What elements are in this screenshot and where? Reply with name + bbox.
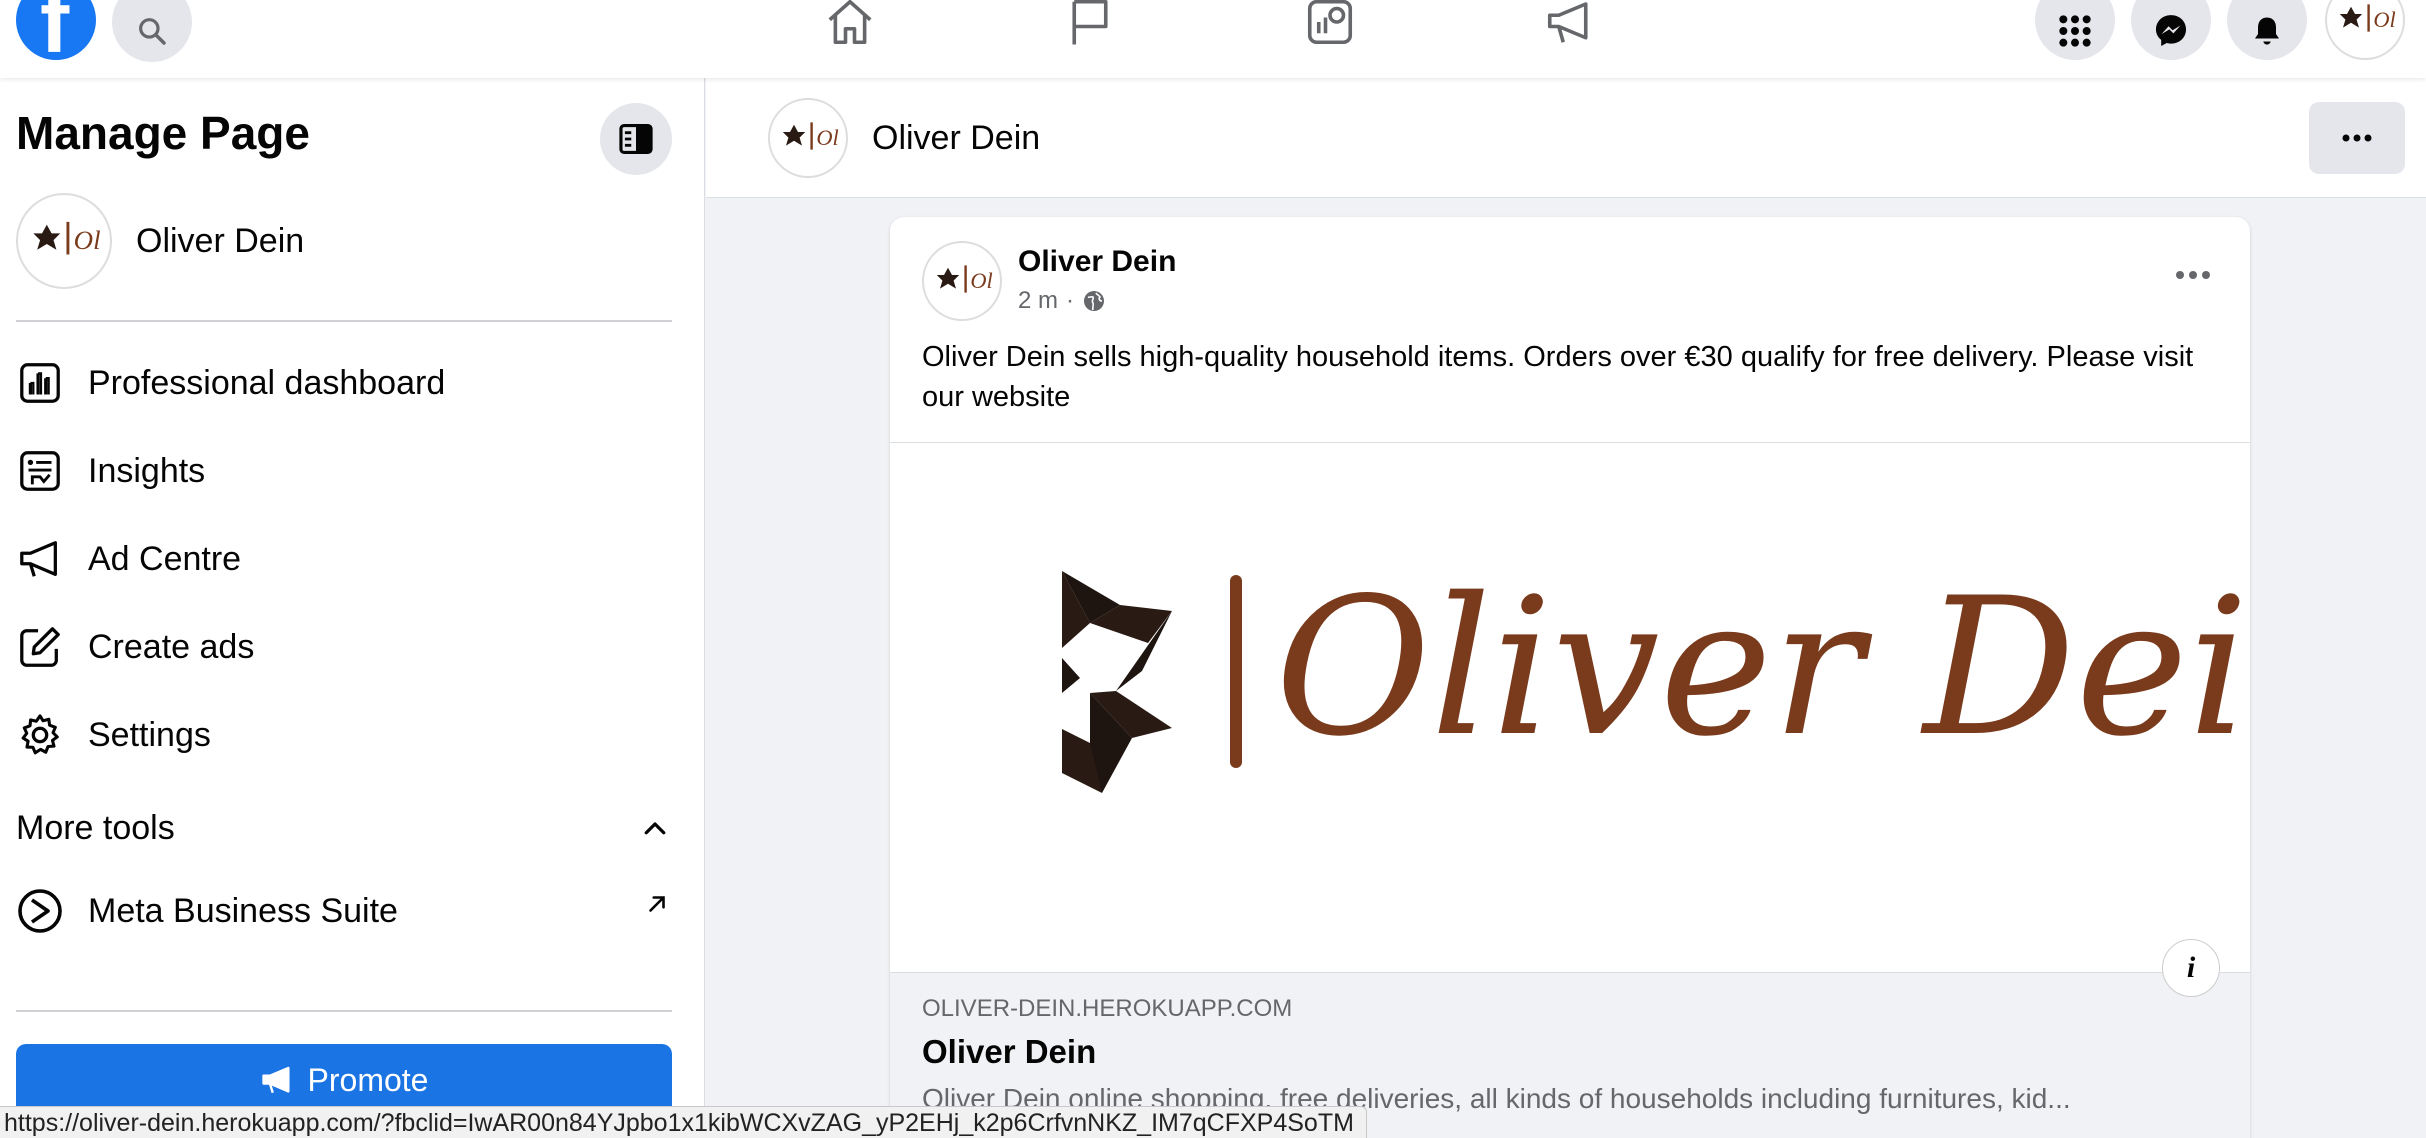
sidebar-item-insights[interactable]: Insights — [16, 441, 205, 501]
megaphone-icon — [16, 535, 64, 583]
top-navigation-bar: f Ol — [0, 0, 2426, 78]
menu-button[interactable] — [2035, 0, 2115, 60]
more-horizontal-icon — [2342, 134, 2372, 142]
search-icon — [139, 18, 166, 45]
more-tools-header[interactable]: More tools — [16, 809, 672, 848]
page-avatar[interactable]: Ol — [768, 98, 848, 178]
post-options-button[interactable] — [2165, 257, 2221, 293]
sidebar-toggle-icon — [619, 123, 653, 155]
sidebar-item-professional-dashboard[interactable]: Professional dashboard — [16, 353, 445, 413]
sidebar-item-label: Settings — [88, 715, 211, 754]
chevron-up-icon — [644, 821, 666, 834]
oliver-dein-mini-logo: Ol — [782, 122, 839, 150]
sidebar-page-profile[interactable]: Ol Oliver Dein — [16, 193, 304, 289]
messenger-button[interactable] — [2131, 0, 2211, 60]
post-author-name[interactable]: Oliver Dein — [1018, 245, 1176, 279]
sidebar-item-label: Insights — [88, 451, 206, 490]
link-domain: OLIVER-DEIN.HEROKUAPP.COM — [922, 995, 1293, 1022]
link-hover-status-url: https://oliver-dein.herokuapp.com/?fbcli… — [0, 1106, 1367, 1138]
svg-text:Ol: Ol — [2373, 7, 2395, 32]
logo-star-mark — [1062, 571, 1172, 793]
logo-wordmark: Oliver Dein — [1275, 557, 2250, 778]
menu-grid-icon — [2059, 15, 2091, 47]
messenger-icon — [2155, 15, 2187, 47]
svg-text:Ol: Ol — [970, 268, 992, 293]
post-text: Oliver Dein sells high-quality household… — [922, 341, 2194, 413]
meta-business-suite-icon — [16, 887, 64, 935]
more-tools-label: More tools — [16, 809, 175, 847]
page-avatar: Ol — [16, 193, 112, 289]
post-timestamp[interactable]: 2 m — [1018, 287, 1058, 315]
collapse-sidebar-button[interactable] — [600, 103, 672, 175]
external-link-arrow-icon — [649, 896, 665, 912]
oliver-dein-mini-logo: Ol — [33, 221, 101, 255]
page-options-button[interactable] — [2309, 102, 2405, 174]
meta-business-suite-link[interactable]: Meta Business Suite — [16, 881, 672, 941]
flag-icon — [1072, 0, 1108, 45]
home-icon — [828, 0, 872, 45]
sidebar-item-ad-centre[interactable]: Ad Centre — [16, 529, 241, 589]
gear-icon — [16, 711, 64, 759]
logo-divider-bar — [1230, 575, 1242, 768]
sidebar-title: Manage Page — [16, 107, 310, 159]
post-meta: 2 m · — [1018, 287, 1106, 315]
sidebar-item-label: Ad Centre — [88, 539, 242, 578]
facebook-logo[interactable]: f — [16, 0, 96, 60]
sidebar-divider — [16, 320, 672, 322]
globe-icon — [1084, 291, 1105, 311]
sidebar-item-settings[interactable]: Settings — [16, 705, 211, 765]
nav-home[interactable] — [815, 0, 885, 52]
svg-text:Ol: Ol — [816, 125, 838, 150]
bell-icon — [2255, 17, 2279, 45]
nav-ads[interactable] — [1535, 0, 1605, 52]
search-button[interactable] — [112, 0, 192, 62]
account-avatar[interactable]: Ol — [2325, 0, 2405, 60]
svg-text:Ol: Ol — [74, 225, 101, 255]
info-button[interactable]: i — [2162, 939, 2220, 997]
link-title: Oliver Dein — [922, 1033, 1097, 1070]
sidebar-item-create-ads[interactable]: Create ads — [16, 617, 254, 677]
page-header-name: Oliver Dein — [872, 119, 1041, 157]
notifications-button[interactable] — [2227, 0, 2307, 60]
page-header: Ol Oliver Dein — [706, 78, 2426, 198]
page-name: Oliver Dein — [136, 221, 305, 260]
dashboard-icon — [1307, 0, 1353, 45]
chart-icon — [16, 359, 64, 407]
pencil-icon — [16, 623, 64, 671]
meta-business-suite-label: Meta Business Suite — [88, 891, 398, 930]
more-horizontal-icon — [2176, 271, 2210, 279]
manage-page-sidebar: Manage Page Ol Oliver Dein Professional … — [0, 78, 705, 1138]
facebook-logo-letter: f — [40, 0, 70, 60]
sidebar-item-label: Professional dashboard — [88, 363, 446, 402]
megaphone-icon — [1547, 2, 1588, 43]
post-author-avatar[interactable]: Ol — [922, 241, 1002, 321]
insights-icon — [16, 447, 64, 495]
oliver-dein-mini-logo: Ol — [936, 265, 993, 293]
oliver-dein-mini-logo: Ol — [2339, 4, 2396, 32]
megaphone-icon — [261, 1066, 290, 1094]
post-link-image[interactable]: Oliver Dein — [890, 442, 2250, 972]
meta-separator: · — [1066, 287, 1075, 314]
sidebar-item-label: Create ads — [88, 627, 255, 666]
nav-pages[interactable] — [1055, 0, 1125, 52]
sidebar-divider — [16, 1010, 672, 1012]
promote-label: Promote — [307, 1061, 429, 1098]
feed-post: Ol Oliver Dein 2 m · Oliver Dein sells h… — [890, 217, 2250, 1138]
nav-dashboard[interactable] — [1295, 0, 1365, 52]
